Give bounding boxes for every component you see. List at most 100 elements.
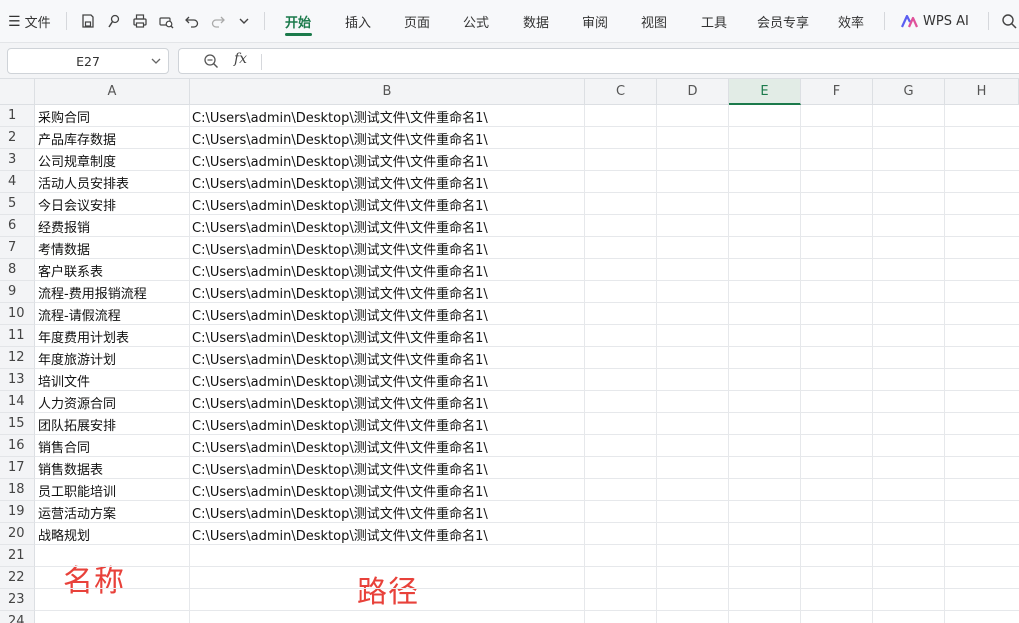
row-header[interactable]: 18: [0, 479, 35, 501]
row-header[interactable]: 3: [0, 149, 35, 171]
cell-name[interactable]: 运营活动方案: [36, 501, 189, 523]
row-header[interactable]: 20: [0, 523, 35, 545]
divider: [264, 12, 265, 30]
cell-path[interactable]: C:\Users\admin\Desktop\测试文件\文件重命名1\: [190, 347, 584, 369]
cell-name[interactable]: 流程-费用报销流程: [36, 281, 189, 303]
fx-icon[interactable]: fx: [234, 51, 247, 67]
cell-name[interactable]: 战略规划: [36, 523, 189, 545]
chevron-down-icon[interactable]: [235, 12, 253, 30]
row-header[interactable]: 13: [0, 369, 35, 391]
tab-data[interactable]: 数据: [523, 0, 549, 43]
row-header[interactable]: 10: [0, 303, 35, 325]
cell-name[interactable]: 销售合同: [36, 435, 189, 457]
cell-path[interactable]: C:\Users\admin\Desktop\测试文件\文件重命名1\: [190, 413, 584, 435]
cell-name[interactable]: 客户联系表: [36, 259, 189, 281]
column-header-d[interactable]: D: [657, 79, 729, 105]
column-header-c[interactable]: C: [585, 79, 657, 105]
cell-path[interactable]: C:\Users\admin\Desktop\测试文件\文件重命名1\: [190, 259, 584, 281]
tab-insert[interactable]: 插入: [345, 0, 371, 43]
row-header[interactable]: 21: [0, 545, 35, 567]
cell-path[interactable]: C:\Users\admin\Desktop\测试文件\文件重命名1\: [190, 303, 584, 325]
row-header[interactable]: 15: [0, 413, 35, 435]
format-painter-icon[interactable]: [105, 12, 123, 30]
cell-path[interactable]: C:\Users\admin\Desktop\测试文件\文件重命名1\: [190, 501, 584, 523]
row-header[interactable]: 8: [0, 259, 35, 281]
column-header-e[interactable]: E: [729, 79, 801, 105]
column-header-a[interactable]: A: [35, 79, 190, 105]
row-header[interactable]: 9: [0, 281, 35, 303]
row-header[interactable]: 6: [0, 215, 35, 237]
tab-page[interactable]: 页面: [404, 0, 430, 43]
search-icon[interactable]: [1000, 12, 1018, 30]
formula-input[interactable]: fx: [178, 48, 1019, 74]
cell-name[interactable]: 员工职能培训: [36, 479, 189, 501]
row-header[interactable]: 14: [0, 391, 35, 413]
column-header-b[interactable]: B: [190, 79, 585, 105]
cell-name[interactable]: 团队拓展安排: [36, 413, 189, 435]
cell-path[interactable]: C:\Users\admin\Desktop\测试文件\文件重命名1\: [190, 237, 584, 259]
row-header[interactable]: 12: [0, 347, 35, 369]
wps-ai-button[interactable]: WPS AI: [901, 0, 969, 43]
cell-name[interactable]: 培训文件: [36, 369, 189, 391]
row-header[interactable]: 4: [0, 171, 35, 193]
column-header-f[interactable]: F: [801, 79, 873, 105]
cell-path[interactable]: C:\Users\admin\Desktop\测试文件\文件重命名1\: [190, 105, 584, 127]
cell-path[interactable]: C:\Users\admin\Desktop\测试文件\文件重命名1\: [190, 149, 584, 171]
cell-path[interactable]: C:\Users\admin\Desktop\测试文件\文件重命名1\: [190, 281, 584, 303]
file-menu[interactable]: ☰ 文件: [8, 0, 51, 43]
row-header[interactable]: 17: [0, 457, 35, 479]
redo-icon[interactable]: [209, 12, 227, 30]
save-icon[interactable]: [79, 12, 97, 30]
cell-name[interactable]: 考情数据: [36, 237, 189, 259]
cell-name[interactable]: 经费报销: [36, 215, 189, 237]
cell-path[interactable]: C:\Users\admin\Desktop\测试文件\文件重命名1\: [190, 391, 584, 413]
row-header[interactable]: 19: [0, 501, 35, 523]
cell-path[interactable]: C:\Users\admin\Desktop\测试文件\文件重命名1\: [190, 369, 584, 391]
cell-path[interactable]: C:\Users\admin\Desktop\测试文件\文件重命名1\: [190, 523, 584, 545]
row-header[interactable]: 5: [0, 193, 35, 215]
cell-path[interactable]: C:\Users\admin\Desktop\测试文件\文件重命名1\: [190, 479, 584, 501]
cell-name[interactable]: 活动人员安排表: [36, 171, 189, 193]
cell-name[interactable]: 人力资源合同: [36, 391, 189, 413]
tab-member[interactable]: 会员专享: [757, 0, 809, 43]
row-header[interactable]: 23: [0, 589, 35, 611]
tab-efficiency[interactable]: 效率: [838, 0, 864, 43]
column-header-h[interactable]: H: [945, 79, 1019, 105]
name-box[interactable]: E27: [7, 48, 169, 74]
print-preview-icon[interactable]: [157, 12, 175, 30]
zoom-icon[interactable]: [203, 53, 219, 69]
cell-name[interactable]: 产品库存数据: [36, 127, 189, 149]
row-header[interactable]: 7: [0, 237, 35, 259]
cell-name[interactable]: 公司规章制度: [36, 149, 189, 171]
cell-path[interactable]: C:\Users\admin\Desktop\测试文件\文件重命名1\: [190, 193, 584, 215]
cell-name[interactable]: 采购合同: [36, 105, 189, 127]
spreadsheet-grid[interactable]: A B C D E F G H 名称 路径 1 2 3 4 5 6 7 8 9 10 11 12 13 1…: [0, 79, 1019, 623]
row-header[interactable]: 24: [0, 611, 35, 623]
cell-path[interactable]: C:\Users\admin\Desktop\测试文件\文件重命名1\: [190, 435, 584, 457]
row-header[interactable]: 16: [0, 435, 35, 457]
cell-path[interactable]: C:\Users\admin\Desktop\测试文件\文件重命名1\: [190, 215, 584, 237]
cell-name[interactable]: 销售数据表: [36, 457, 189, 479]
select-all-corner[interactable]: [0, 79, 35, 105]
cell-path[interactable]: C:\Users\admin\Desktop\测试文件\文件重命名1\: [190, 325, 584, 347]
row-header[interactable]: 2: [0, 127, 35, 149]
cell-name[interactable]: 流程-请假流程: [36, 303, 189, 325]
cell-name[interactable]: 今日会议安排: [36, 193, 189, 215]
tab-review[interactable]: 审阅: [582, 0, 608, 43]
cell-path[interactable]: C:\Users\admin\Desktop\测试文件\文件重命名1\: [190, 171, 584, 193]
row-header[interactable]: 11: [0, 325, 35, 347]
row-header[interactable]: 1: [0, 105, 35, 127]
chevron-down-icon[interactable]: [150, 54, 162, 68]
cell-path[interactable]: C:\Users\admin\Desktop\测试文件\文件重命名1\: [190, 127, 584, 149]
row-header[interactable]: 22: [0, 567, 35, 589]
cell-name[interactable]: 年度旅游计划: [36, 347, 189, 369]
cell-path[interactable]: C:\Users\admin\Desktop\测试文件\文件重命名1\: [190, 457, 584, 479]
tab-home[interactable]: 开始: [285, 0, 311, 43]
tab-tools[interactable]: 工具: [701, 0, 727, 43]
column-header-g[interactable]: G: [873, 79, 945, 105]
tab-view[interactable]: 视图: [641, 0, 667, 43]
undo-icon[interactable]: [183, 12, 201, 30]
tab-formulas[interactable]: 公式: [463, 0, 489, 43]
print-icon[interactable]: [131, 12, 149, 30]
cell-name[interactable]: 年度费用计划表: [36, 325, 189, 347]
